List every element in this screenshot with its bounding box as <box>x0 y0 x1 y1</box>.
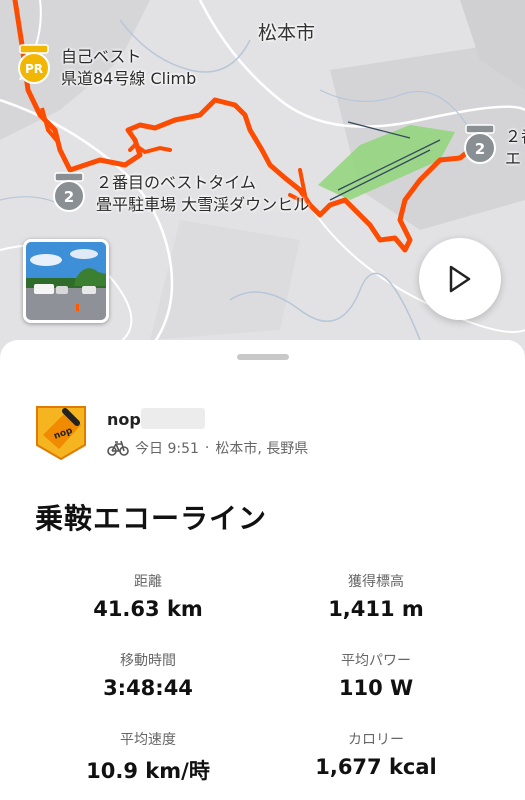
stat-distance-label: 距離 <box>134 574 162 590</box>
right-badge-text: 2 <box>475 140 485 158</box>
stat-moving-time: 移動時間 3:48:44 <box>48 650 248 700</box>
stat-distance-value: 41.63 km <box>93 597 203 621</box>
meta-separator: · <box>204 440 210 456</box>
segment-second-line1: ２番目のベストタイム <box>96 173 257 192</box>
pr-badge-text: PR <box>25 62 43 76</box>
stat-moving-time-value: 3:48:44 <box>103 676 193 700</box>
stat-avg-power: 平均パワー 110 W <box>276 650 476 700</box>
play-icon <box>449 265 471 293</box>
activity-meta: 今日 9:51 · 松本市, 長野県 <box>107 438 308 458</box>
stat-calories-value: 1,677 kcal <box>315 755 437 779</box>
avatar[interactable]: nop <box>35 405 87 461</box>
activity-title: 乗鞍エコーライン <box>35 502 268 535</box>
second-medal-icon-right[interactable]: 2 <box>462 124 498 166</box>
activity-location: 松本市, 長野県 <box>215 441 309 457</box>
segment-pr-label[interactable]: 自己ベスト 県道84号線 Climb <box>61 46 196 90</box>
segment-second-label[interactable]: ２番目のベストタイム 畳平駐車場 大雪渓ダウンヒル <box>96 172 309 216</box>
play-flyover-button[interactable] <box>419 238 501 320</box>
segment-right-label[interactable]: ２番 エ <box>505 126 525 170</box>
stat-avg-speed-label: 平均速度 <box>120 732 176 748</box>
activity-detail-sheet: nop nop 今日 9:51 · 松本市, 長野県 乗鞍エコーライン 距離 4… <box>0 340 525 800</box>
stat-distance: 距離 41.63 km <box>48 571 248 621</box>
stat-elevation: 獲得標高 1,411 m <box>276 571 476 621</box>
stat-elevation-label: 獲得標高 <box>348 574 404 590</box>
second-badge-text: 2 <box>64 188 74 206</box>
stat-avg-power-label: 平均パワー <box>341 653 411 669</box>
segment-right-line2: エ <box>505 149 522 168</box>
stat-calories: カロリー 1,677 kcal <box>276 729 476 779</box>
pr-medal-icon[interactable]: PR <box>16 44 52 86</box>
segment-right-line1: ２番 <box>505 127 525 146</box>
sheet-drag-handle[interactable] <box>237 354 289 360</box>
segment-pr-line1: 自己ベスト <box>61 47 142 66</box>
redacted-name <box>141 408 205 429</box>
athlete-name[interactable]: nop <box>107 410 141 429</box>
stat-avg-power-value: 110 W <box>338 676 414 700</box>
segment-second-line2: 畳平駐車場 大雪渓ダウンヒル <box>96 195 310 214</box>
bike-icon <box>107 440 129 456</box>
activity-time: 今日 9:51 <box>135 441 199 457</box>
activity-photo-thumbnail[interactable] <box>23 239 109 323</box>
route-map[interactable]: 松本市 PR 自己ベスト 県道84号線 Climb 2 ２番目のベストタイム 畳… <box>0 0 525 360</box>
stat-avg-speed-value: 10.9 km/時 <box>86 759 210 783</box>
stat-calories-label: カロリー <box>348 732 404 748</box>
city-label: 松本市 <box>258 22 316 44</box>
stat-elevation-value: 1,411 m <box>328 597 424 621</box>
stat-avg-speed: 平均速度 10.9 km/時 <box>48 729 248 785</box>
second-medal-icon[interactable]: 2 <box>51 172 87 214</box>
segment-pr-line2: 県道84号線 Climb <box>61 69 197 88</box>
stat-moving-time-label: 移動時間 <box>120 653 176 669</box>
